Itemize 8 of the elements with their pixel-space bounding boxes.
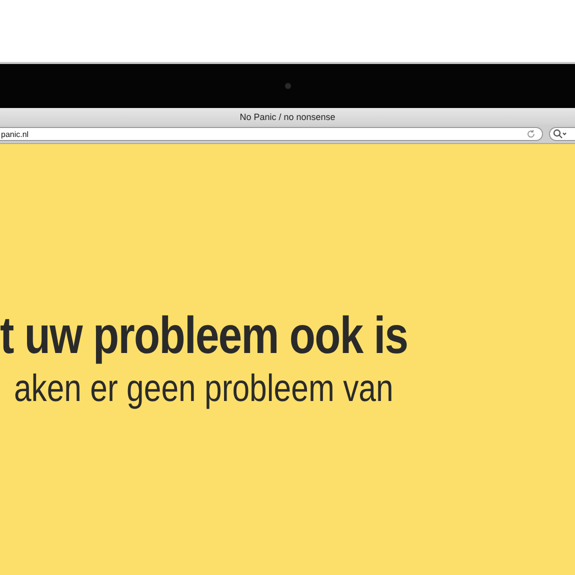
camera-icon [284, 83, 290, 89]
window-title: No Panic / no nonsense [240, 112, 336, 122]
search-field[interactable] [549, 127, 575, 141]
page-subheading: aken er geen probleem van [12, 368, 394, 411]
reload-icon[interactable] [526, 129, 536, 139]
address-field[interactable]: panic.nl [0, 127, 543, 141]
page-heading: t uw probleem ook is [0, 306, 409, 366]
search-icon [553, 129, 567, 139]
